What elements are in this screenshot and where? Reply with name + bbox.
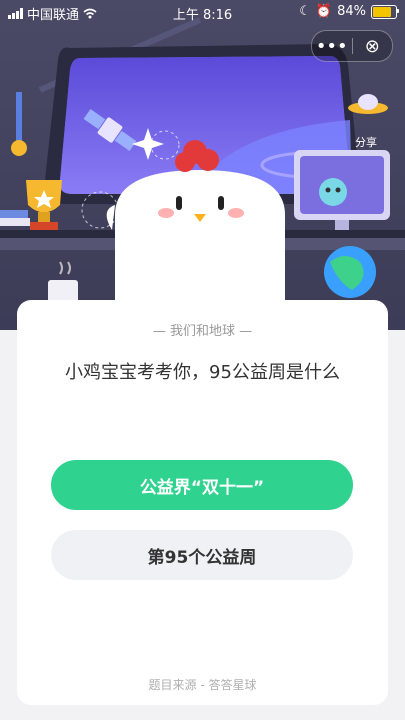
globe-icon: [324, 246, 376, 298]
category-label: 我们和地球: [169, 324, 235, 339]
alarm-icon: ⏰: [315, 4, 333, 19]
battery-icon: [371, 4, 399, 19]
answer-option-2[interactable]: 第95个公益周: [51, 530, 353, 580]
status-bar: 中国联通 上午 8:16 ☾ ⏰ 84%: [0, 0, 405, 24]
trophy-icon: [26, 180, 62, 230]
alien-monitor: [294, 150, 390, 230]
category-dash-right: —: [235, 324, 253, 339]
question-source: 题目来源 - 答答星球: [148, 678, 257, 692]
moon-icon: ☾: [299, 4, 311, 19]
close-circle-icon[interactable]: ⊗: [353, 31, 393, 61]
quiz-question: 小鸡宝宝考考你，95公益周是什么: [65, 362, 340, 383]
answer-option-1[interactable]: 公益界“双十一”: [51, 460, 353, 510]
category-dash-left: —: [152, 324, 170, 339]
more-dots-icon[interactable]: •••: [312, 31, 352, 61]
battery-percent: 84%: [337, 4, 366, 19]
share-button[interactable]: 分享: [355, 134, 377, 150]
quiz-card: — 我们和地球 — 小鸡宝宝考考你，95公益周是什么 公益界“双十一” 第95个…: [17, 300, 388, 705]
miniapp-capsule: ••• ⊗: [311, 30, 393, 62]
medal-icon: [11, 92, 27, 156]
quiz-category: — 我们和地球 —: [17, 320, 388, 339]
ufo-icon: [348, 94, 388, 114]
